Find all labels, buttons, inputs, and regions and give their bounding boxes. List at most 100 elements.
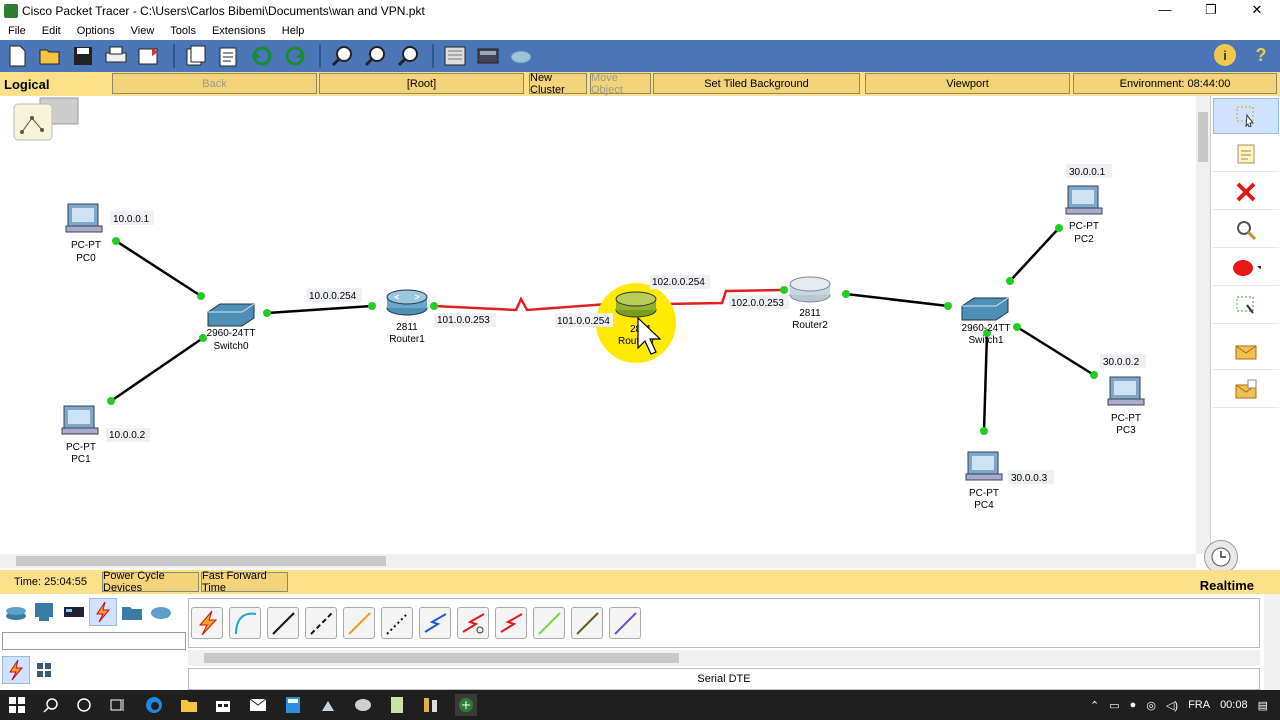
search-icon[interactable] xyxy=(40,694,62,716)
inspect-tool-icon[interactable] xyxy=(1213,212,1279,248)
components-icon[interactable] xyxy=(60,598,88,626)
info-icon[interactable]: i xyxy=(1214,44,1236,66)
connections-subcategory-icon[interactable] xyxy=(2,656,30,684)
copper-cross-over-icon[interactable] xyxy=(305,607,337,639)
connections-icon[interactable] xyxy=(89,598,117,626)
restore-button[interactable]: ❐ xyxy=(1188,0,1234,22)
serial-dte-icon[interactable] xyxy=(495,607,527,639)
mail-icon[interactable] xyxy=(247,694,269,716)
network-globe-icon[interactable]: ◎ xyxy=(1146,699,1156,712)
menu-view[interactable]: View xyxy=(123,25,163,37)
power-cycle-devices-button[interactable]: Power Cycle Devices xyxy=(102,570,199,594)
tools-app-icon[interactable] xyxy=(420,694,442,716)
miscellaneous-icon[interactable] xyxy=(118,598,146,626)
menu-options[interactable]: Options xyxy=(69,25,123,37)
select-tool-icon[interactable] xyxy=(1213,98,1279,134)
logical-workspace[interactable]: PC-PT PC0 10.0.0.1 PC-PT PC1 10.0.0.2 29… xyxy=(0,96,1196,554)
iot-custom-cable-icon[interactable] xyxy=(571,607,603,639)
calculator-icon[interactable] xyxy=(282,694,304,716)
root-button[interactable]: [Root] xyxy=(319,73,524,94)
print-icon[interactable] xyxy=(101,43,131,69)
environment-button[interactable]: Environment: 08:44:00 xyxy=(1073,73,1277,94)
console-cable-icon[interactable] xyxy=(229,607,261,639)
menu-file[interactable]: File xyxy=(0,25,34,37)
add-simple-pdu-icon[interactable] xyxy=(1213,334,1279,370)
pc4-device[interactable]: PC-PT PC4 xyxy=(965,451,1003,511)
close-button[interactable]: ✕ xyxy=(1234,0,1280,22)
set-tiled-background-button[interactable]: Set Tiled Background xyxy=(653,73,860,94)
zoom-out-icon[interactable] xyxy=(393,43,423,69)
zoom-in-icon[interactable] xyxy=(327,43,357,69)
menu-tools[interactable]: Tools xyxy=(162,25,204,37)
cortana-icon[interactable] xyxy=(73,694,95,716)
taskbar-clock[interactable]: 00:08 xyxy=(1220,699,1248,711)
panel-collapse-scrollbar[interactable] xyxy=(1264,594,1280,690)
end-devices-icon[interactable] xyxy=(31,598,59,626)
delete-tool-icon[interactable] xyxy=(1213,174,1279,210)
pc1-device[interactable]: PC-PT PC1 xyxy=(61,405,99,465)
draw-ellipse-tool-icon[interactable] xyxy=(1213,250,1279,286)
palette-icon[interactable] xyxy=(440,43,470,69)
pc0-device[interactable]: PC-PT PC0 xyxy=(65,203,103,264)
microphone-icon[interactable]: ● xyxy=(1130,699,1137,711)
volume-icon[interactable]: ◁) xyxy=(1166,699,1178,712)
back-button[interactable]: Back xyxy=(112,73,317,94)
realtime-mode-label[interactable]: Realtime xyxy=(1200,578,1254,593)
network-devices-icon[interactable] xyxy=(2,598,30,626)
serial-dce-icon[interactable] xyxy=(457,607,489,639)
custom-device-icon[interactable] xyxy=(473,43,503,69)
grid-view-icon[interactable] xyxy=(30,656,58,684)
menu-extensions[interactable]: Extensions xyxy=(204,25,274,37)
menu-edit[interactable]: Edit xyxy=(34,25,69,37)
menu-help[interactable]: Help xyxy=(274,25,313,37)
pc3-device[interactable]: PC-PT PC3 xyxy=(1107,376,1145,436)
fast-forward-time-button[interactable]: Fast Forward Time xyxy=(201,570,288,594)
router1-device[interactable]: 2811 Router1 xyxy=(386,289,428,345)
coaxial-cable-icon[interactable] xyxy=(419,607,451,639)
tray-chevron-icon[interactable]: ⌃ xyxy=(1090,699,1099,712)
octal-cable-icon[interactable] xyxy=(533,607,565,639)
pc2-device[interactable]: PC-PT PC2 xyxy=(1065,185,1103,245)
phone-cable-icon[interactable] xyxy=(381,607,413,639)
switch0-device[interactable]: 2960-24TT Switch0 xyxy=(207,303,256,352)
usb-cable-icon[interactable] xyxy=(609,607,641,639)
new-cluster-button[interactable]: New Cluster xyxy=(529,72,587,96)
zoom-reset-icon[interactable] xyxy=(360,43,390,69)
notepad-app-icon[interactable] xyxy=(386,694,408,716)
add-complex-pdu-icon[interactable] xyxy=(1213,372,1279,408)
canvas-vertical-scrollbar[interactable] xyxy=(1196,96,1210,554)
cable-list-scrollbar[interactable] xyxy=(188,650,1260,666)
app-icon[interactable] xyxy=(317,694,339,716)
help-icon[interactable]: ? xyxy=(1250,44,1272,66)
copper-straight-through-icon[interactable] xyxy=(267,607,299,639)
resize-shape-tool-icon[interactable] xyxy=(1213,288,1279,324)
note-tool-icon[interactable] xyxy=(1213,136,1279,172)
media-app-icon[interactable] xyxy=(352,694,374,716)
open-folder-icon[interactable] xyxy=(35,43,65,69)
fiber-cable-icon[interactable] xyxy=(343,607,375,639)
realtime-clock-icon[interactable] xyxy=(1204,540,1238,574)
activity-wizard-icon[interactable] xyxy=(134,43,164,69)
move-object-button[interactable]: Move Object xyxy=(590,72,651,96)
viewport-button[interactable]: Viewport xyxy=(865,73,1070,94)
automatic-connection-icon[interactable] xyxy=(191,607,223,639)
edge-browser-icon[interactable] xyxy=(143,694,165,716)
canvas-horizontal-scrollbar[interactable] xyxy=(0,554,1196,568)
save-icon[interactable] xyxy=(68,43,98,69)
minimize-button[interactable]: — xyxy=(1142,0,1188,22)
cluster-icon[interactable] xyxy=(13,97,79,141)
paste-icon[interactable] xyxy=(214,43,244,69)
task-view-icon[interactable] xyxy=(106,694,128,716)
packet-tracer-taskbar-icon[interactable] xyxy=(455,694,477,716)
file-explorer-icon[interactable] xyxy=(178,694,200,716)
input-language[interactable]: FRA xyxy=(1188,699,1210,711)
copy-icon[interactable] xyxy=(181,43,211,69)
device-search-input[interactable] xyxy=(2,632,186,650)
store-icon[interactable] xyxy=(212,694,234,716)
notifications-icon[interactable]: ▤ xyxy=(1258,699,1268,712)
redo-icon[interactable] xyxy=(280,43,310,69)
new-file-icon[interactable] xyxy=(2,43,32,69)
switch1-device[interactable]: 2960-24TT Switch1 xyxy=(961,297,1011,346)
cloud-icon[interactable] xyxy=(506,43,536,69)
multiuser-connection-icon[interactable] xyxy=(147,598,175,626)
